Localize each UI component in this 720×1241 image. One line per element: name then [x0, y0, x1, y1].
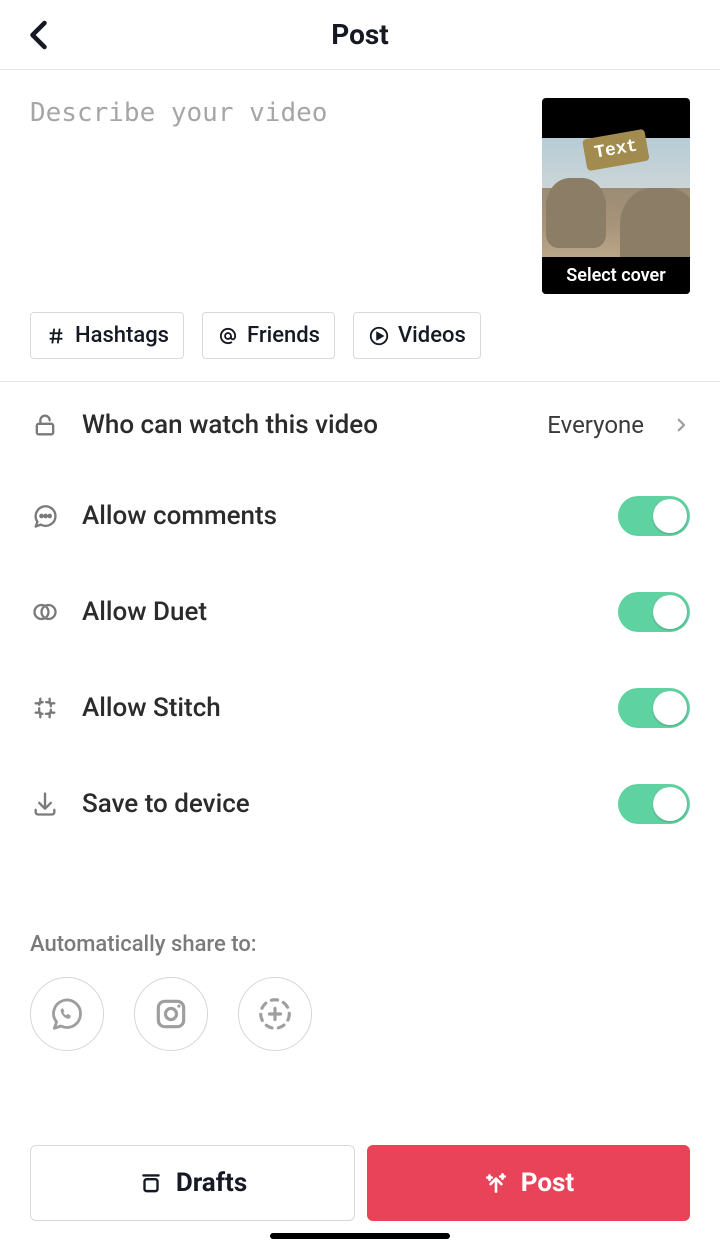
lock-icon	[30, 410, 60, 440]
play-circle-icon	[368, 325, 390, 347]
chevron-left-icon	[22, 17, 58, 53]
comments-label: Allow comments	[82, 501, 596, 531]
whatsapp-icon	[48, 995, 86, 1033]
add-dashed-icon	[256, 995, 294, 1033]
page-title: Post	[331, 18, 389, 51]
share-whatsapp-button[interactable]	[30, 977, 104, 1051]
friends-chip[interactable]: Friends	[202, 312, 335, 359]
duet-icon	[30, 597, 60, 627]
cover-label: Select cover	[542, 257, 690, 294]
post-button-label: Post	[521, 1168, 574, 1198]
share-instagram-button[interactable]	[134, 977, 208, 1051]
instagram-icon	[152, 995, 190, 1033]
save-row: Save to device	[30, 756, 690, 852]
drafts-button[interactable]: Drafts	[30, 1145, 355, 1221]
stitch-toggle[interactable]	[618, 688, 690, 728]
compose-area: Text Select cover	[0, 70, 720, 312]
bottom-bar: Drafts Post	[0, 1145, 720, 1221]
description-input[interactable]	[30, 98, 522, 294]
share-more-button[interactable]	[238, 977, 312, 1051]
drafts-button-label: Drafts	[176, 1168, 247, 1198]
post-button[interactable]: Post	[367, 1145, 690, 1221]
duet-toggle[interactable]	[618, 592, 690, 632]
home-indicator	[270, 1233, 450, 1239]
at-icon	[217, 325, 239, 347]
sparkle-up-icon	[483, 1170, 509, 1196]
videos-chip-label: Videos	[398, 323, 466, 348]
hash-icon	[45, 325, 67, 347]
duet-label: Allow Duet	[82, 597, 596, 627]
select-cover-button[interactable]: Text Select cover	[542, 98, 690, 294]
share-section: Automatically share to:	[0, 932, 720, 1051]
friends-chip-label: Friends	[247, 323, 320, 348]
privacy-row[interactable]: Who can watch this video Everyone	[30, 382, 690, 468]
stitch-label: Allow Stitch	[82, 693, 596, 723]
settings-list: Who can watch this video Everyone Allow …	[0, 382, 720, 852]
hashtags-chip-label: Hashtags	[75, 323, 169, 348]
stitch-row: Allow Stitch	[30, 660, 690, 756]
save-toggle[interactable]	[618, 784, 690, 824]
comments-row: Allow comments	[30, 468, 690, 564]
chevron-right-icon	[672, 416, 690, 434]
stitch-icon	[30, 693, 60, 723]
cover-thumbnail-rocks	[542, 188, 690, 264]
drafts-icon	[138, 1170, 164, 1196]
comment-icon	[30, 501, 60, 531]
back-button[interactable]	[22, 17, 58, 53]
videos-chip[interactable]: Videos	[353, 312, 481, 359]
header: Post	[0, 0, 720, 70]
share-icons	[30, 977, 690, 1051]
privacy-value: Everyone	[547, 411, 644, 439]
compose-chips: Hashtags Friends Videos	[0, 312, 720, 381]
save-label: Save to device	[82, 789, 596, 819]
share-label: Automatically share to:	[30, 932, 690, 957]
download-icon	[30, 789, 60, 819]
privacy-label: Who can watch this video	[82, 410, 525, 440]
hashtags-chip[interactable]: Hashtags	[30, 312, 184, 359]
comments-toggle[interactable]	[618, 496, 690, 536]
duet-row: Allow Duet	[30, 564, 690, 660]
